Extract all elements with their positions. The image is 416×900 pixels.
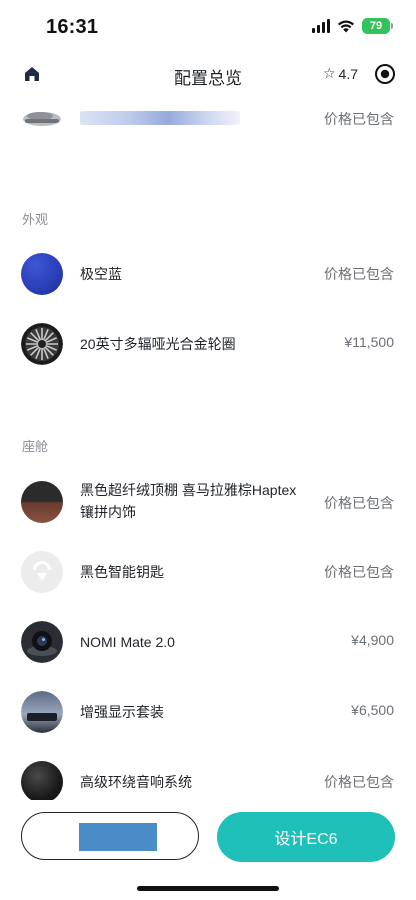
item-price: ¥6,500 [351, 702, 394, 718]
list-item[interactable]: 20英寸多辐哑光合金轮圈 ¥11,500 [0, 322, 416, 366]
battery-icon: 79 [362, 18, 393, 34]
wheel-thumbnail [21, 323, 63, 365]
item-price: ¥11,500 [344, 334, 394, 350]
bottom-action-bar: 设计EC6 [0, 800, 416, 900]
status-bar: 16:31 79 [0, 0, 416, 54]
item-name: 极空蓝 [80, 266, 122, 282]
car-thumbnail [23, 112, 61, 126]
status-time: 16:31 [46, 16, 99, 38]
item-name: 20英寸多辐哑光合金轮圈 [80, 336, 236, 352]
nav-bar: 配置总览 ☆ 4.7 [0, 54, 416, 94]
item-price: ¥4,900 [351, 632, 394, 648]
item-price: 价格已包含 [324, 774, 394, 790]
item-name: 黑色超纤绒顶棚 喜马拉雅棕Haptex镶拼内饰 [80, 482, 297, 520]
item-name: 增强显示套装 [80, 704, 164, 720]
rating[interactable]: ☆ 4.7 [323, 65, 358, 82]
list-item[interactable]: 高级环绕音响系统 价格已包含 [0, 760, 416, 800]
secondary-action-button[interactable] [21, 812, 199, 860]
speaker-thumbnail [21, 761, 63, 800]
nio-logo-icon [33, 561, 51, 581]
color-swatch-blue [21, 253, 63, 295]
section-header-exterior: 外观 [22, 212, 49, 227]
design-ec6-button[interactable]: 设计EC6 [217, 812, 395, 862]
item-name: 高级环绕音响系统 [80, 774, 192, 790]
signal-icon [312, 19, 330, 33]
redacted-item-name [80, 111, 240, 125]
star-icon: ☆ [322, 65, 336, 81]
home-indicator [137, 886, 279, 891]
display-package-thumbnail [21, 691, 63, 733]
item-name: 黑色智能钥匙 [80, 564, 164, 580]
target-icon[interactable] [374, 63, 396, 85]
redacted-button-label [79, 823, 157, 851]
item-price: 价格已包含 [324, 111, 394, 127]
item-price: 价格已包含 [324, 266, 394, 282]
nomi-mate-thumbnail [21, 621, 63, 663]
interior-swatch [21, 481, 63, 523]
list-item-top[interactable]: 价格已包含 [0, 99, 416, 137]
list-item[interactable]: 增强显示套装 ¥6,500 [0, 690, 416, 734]
list-item[interactable]: NOMI Mate 2.0 ¥4,900 [0, 620, 416, 664]
list-item[interactable]: 黑色智能钥匙 价格已包含 [0, 550, 416, 594]
smart-key-thumbnail [21, 551, 63, 593]
list-item[interactable]: 极空蓝 价格已包含 [0, 252, 416, 296]
config-overview-screen: 16:31 79 配置总览 ☆ 4.7 价格已包含 外观 极空蓝 价格已包含 2… [0, 0, 416, 900]
item-name: NOMI Mate 2.0 [80, 634, 175, 650]
config-list[interactable]: 价格已包含 外观 极空蓝 价格已包含 20英寸多辐哑光合金轮圈 ¥11,500 … [0, 94, 416, 800]
item-price: 价格已包含 [324, 564, 394, 580]
item-price: 价格已包含 [324, 495, 394, 511]
section-header-cabin: 座舱 [22, 439, 49, 454]
rating-value: 4.7 [338, 65, 358, 82]
status-indicators: 79 [312, 18, 393, 34]
wifi-icon [338, 20, 354, 33]
list-item[interactable]: 黑色超纤绒顶棚 喜马拉雅棕Haptex镶拼内饰 价格已包含 [0, 474, 416, 530]
